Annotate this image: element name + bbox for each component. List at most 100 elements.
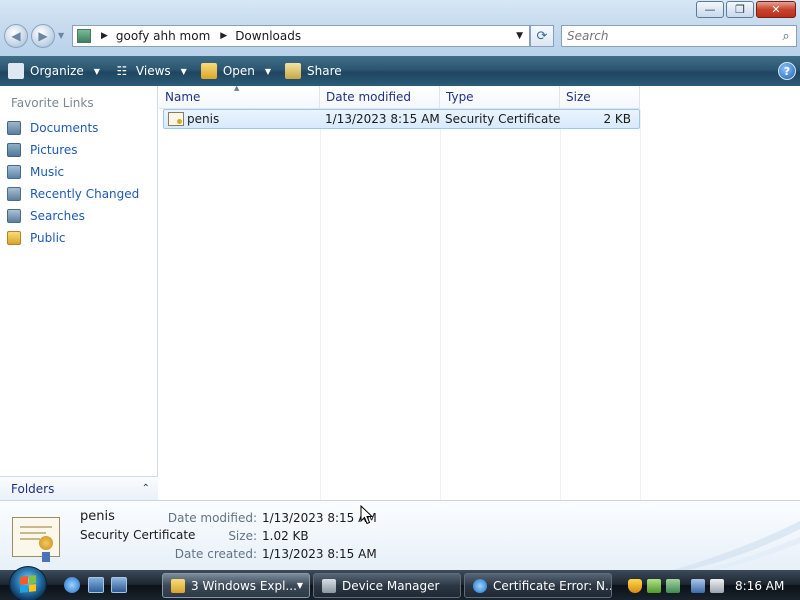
column-header-name[interactable]: ▲ Name [159, 84, 320, 109]
search-box[interactable]: ⌕ [561, 25, 797, 47]
back-button[interactable]: ◀ [4, 24, 28, 48]
views-icon: ☷ [116, 64, 128, 78]
search-input[interactable] [562, 26, 776, 46]
share-icon [285, 63, 302, 79]
organize-button[interactable]: Organize ▼ [0, 56, 106, 86]
security-shield-icon[interactable] [628, 579, 642, 593]
system-tray: 8:16 AM [628, 572, 800, 600]
column-header-type[interactable]: Type [440, 86, 560, 109]
forward-button[interactable]: ▶ [31, 24, 55, 48]
close-button[interactable]: ✕ [756, 1, 796, 18]
details-properties: Date modified: 1/13/2023 8:15 AM Size: 1.0… [150, 509, 377, 563]
share-button[interactable]: Share [277, 56, 348, 86]
chevron-down-icon: ▼ [296, 581, 304, 590]
property-label: Size: [228, 529, 257, 543]
favorite-link-pictures[interactable]: Pictures [0, 139, 158, 161]
certificate-ribbon [42, 552, 50, 562]
file-type-cell: Security Certificate [441, 110, 561, 128]
favorite-link-searches[interactable]: Searches [0, 205, 158, 227]
taskbar-button-certificate-error[interactable]: Certificate Error: N... [464, 573, 612, 598]
certificate-line [20, 538, 40, 540]
windows-logo-icon [20, 575, 36, 593]
back-arrow-icon: ◀ [11, 29, 21, 43]
details-pane: penis Security Certificate Date modified… [0, 500, 800, 571]
search-icon[interactable]: ⌕ [776, 29, 796, 44]
show-desktop-icon[interactable] [88, 577, 104, 593]
clock[interactable]: 8:16 AM [735, 579, 784, 593]
window-controls: — ❐ ✕ [696, 1, 796, 18]
favorite-link-label: Documents [30, 121, 99, 135]
open-label: Open [222, 64, 255, 78]
forward-arrow-icon: ▶ [38, 29, 48, 43]
folders-label: Folders [11, 481, 55, 496]
favorite-link-label: Music [30, 165, 65, 179]
property-label: Date created: [174, 547, 257, 561]
favorite-link-label: Pictures [30, 143, 78, 157]
breadcrumb-downloads[interactable]: Downloads [235, 29, 301, 43]
breadcrumb-separator-icon[interactable]: ▶ [220, 31, 227, 41]
start-button[interactable] [9, 566, 47, 600]
minimize-button[interactable]: — [696, 1, 724, 18]
chevron-down-icon: ▼ [264, 66, 272, 76]
column-divider [440, 109, 441, 500]
chevron-down-icon: ▼ [93, 66, 100, 76]
refresh-icon: ⟳ [536, 28, 548, 44]
breadcrumb-separator-icon[interactable]: ▶ [101, 31, 108, 41]
property-value: 1/13/2023 8:15 AM [262, 547, 377, 561]
taskbar-button-device-manager[interactable]: Device Manager [313, 573, 461, 598]
details-property: Date modified: 1/13/2023 8:15 AM [150, 509, 377, 527]
certificate-large-icon [12, 517, 60, 562]
public-folder-icon [7, 231, 21, 245]
file-name: penis [187, 112, 220, 126]
switch-windows-icon[interactable] [111, 577, 127, 593]
column-header-label: Type [446, 90, 474, 104]
share-label: Share [307, 64, 342, 78]
address-bar[interactable]: ▶ goofy ahh mom ▶ Downloads ▼ [72, 25, 530, 47]
help-button[interactable]: ? [778, 62, 796, 80]
certificate-icon [168, 112, 184, 126]
column-header-label: Size [566, 90, 591, 104]
favorite-link-label: Recently Changed [30, 187, 140, 201]
column-divider [640, 109, 641, 500]
certificate-line [20, 532, 46, 534]
property-value: 1.02 KB [262, 529, 309, 543]
address-dropdown-icon[interactable]: ▼ [516, 31, 523, 41]
favorite-link-music[interactable]: Music [0, 161, 158, 183]
open-icon [200, 63, 217, 79]
favorite-link-recently-changed[interactable]: Recently Changed [0, 183, 158, 205]
details-property: Size: 1.02 KB [150, 527, 377, 545]
volume-muted-icon[interactable] [710, 579, 724, 593]
column-headers: ▲ Name Date modified Type Size [159, 84, 640, 109]
sidebar-icon[interactable] [666, 579, 680, 593]
navigation-pane: Favorite Links Documents Pictures Music … [0, 86, 158, 500]
network-icon[interactable] [691, 579, 705, 593]
favorite-link-label: Searches [30, 209, 85, 223]
breadcrumb-user[interactable]: goofy ahh mom [116, 29, 210, 43]
internet-explorer-icon[interactable] [64, 577, 80, 593]
internet-explorer-icon [473, 578, 487, 593]
views-button[interactable]: ☷ Views ▼ [106, 56, 193, 86]
organize-label: Organize [30, 64, 84, 78]
recent-pages-dropdown[interactable]: ▼ [58, 31, 64, 40]
favorite-link-documents[interactable]: Documents [0, 117, 158, 139]
open-button[interactable]: Open ▼ [193, 56, 277, 86]
windows-defender-icon[interactable] [647, 579, 661, 593]
column-header-date-modified[interactable]: Date modified [320, 86, 440, 109]
help-icon: ? [783, 64, 791, 78]
file-date-cell: 1/13/2023 8:15 AM [321, 110, 441, 128]
favorite-link-public[interactable]: Public [0, 227, 158, 249]
refresh-button[interactable]: ⟳ [530, 25, 554, 47]
file-date-modified: 1/13/2023 8:15 AM [325, 112, 440, 126]
device-manager-icon [322, 578, 336, 593]
favorite-links-list: Documents Pictures Music Recently Change… [0, 117, 158, 249]
taskbar-button-label: Certificate Error: N... [493, 578, 612, 593]
music-icon [7, 165, 21, 179]
maximize-button[interactable]: ❐ [726, 1, 754, 18]
file-row[interactable]: penis 1/13/2023 8:15 AM Security Certifi… [163, 109, 640, 129]
title-bar: — ❐ ✕ ◀ ▶ ▼ ▶ goofy ahh mom ▶ Downloads … [0, 0, 800, 56]
details-file-name: penis [80, 509, 115, 524]
folders-toggle[interactable]: Folders ⌃ [0, 476, 158, 500]
taskbar-button-windows-explorer[interactable]: 3 Windows Expl... ▼ [162, 573, 310, 598]
column-header-size[interactable]: Size [560, 86, 640, 109]
details-property: Date created: 1/13/2023 8:15 AM [150, 545, 377, 563]
